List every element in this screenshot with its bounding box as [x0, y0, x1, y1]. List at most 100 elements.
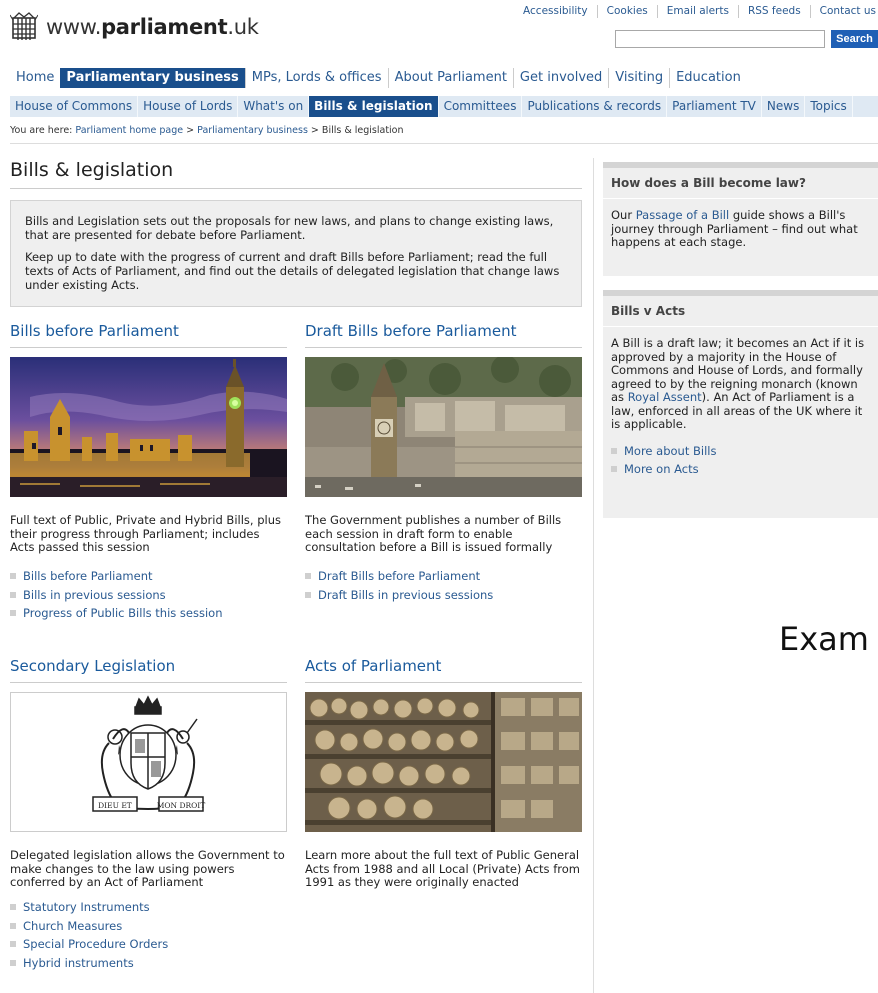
progress-public-bills-link[interactable]: Progress of Public Bills this session	[23, 604, 223, 623]
page-title: Bills & legislation	[10, 159, 174, 181]
bills-section-title[interactable]: Bills before Parliament	[10, 322, 179, 340]
draft-bills-section-description: The Government publishes a number of Bil…	[305, 513, 562, 554]
draft-bills-before-parliament-link[interactable]: Draft Bills before Parliament	[318, 567, 480, 586]
subnav-house-of-commons[interactable]: House of Commons	[10, 96, 139, 117]
archive-scrolls-illustration	[305, 692, 582, 832]
bullet-icon	[10, 959, 16, 966]
intro-paragraph: Bills and Legislation sets out the propo…	[25, 214, 554, 242]
bullet-icon	[10, 573, 16, 580]
royal-coat-of-arms-image[interactable]: DIEU ET MON DROIT	[10, 692, 287, 832]
breadcrumb-home[interactable]: Parliament home page	[75, 125, 183, 136]
passage-of-a-bill-link[interactable]: Passage of a Bill	[636, 208, 729, 222]
royal-crest-illustration: DIEU ET MON DROIT	[92, 695, 206, 812]
subnav-topics[interactable]: Topics	[805, 96, 853, 117]
column-divider	[593, 158, 594, 993]
list-item: Special Procedure Orders	[10, 935, 168, 954]
section-divider	[305, 347, 582, 348]
secondary-legislation-section-title[interactable]: Secondary Legislation	[10, 657, 175, 675]
list-item: More about Bills	[611, 442, 870, 461]
intro-box: Bills and Legislation sets out the propo…	[10, 200, 582, 307]
acts-section-description: Learn more about the full text of Public…	[305, 848, 580, 889]
contact-us-link[interactable]: Contact us	[809, 5, 878, 18]
nav-visiting[interactable]: Visiting	[608, 68, 669, 88]
sidebar-box-text: A Bill is a draft law; it becomes an Act…	[603, 327, 878, 479]
statutory-instruments-link[interactable]: Statutory Instruments	[23, 898, 150, 917]
site-name: www.parliament.uk	[46, 15, 259, 39]
subnav-house-of-lords[interactable]: House of Lords	[138, 96, 239, 117]
subnav-parliament-tv[interactable]: Parliament TV	[667, 96, 762, 117]
list-item: Statutory Instruments	[10, 898, 168, 917]
accessibility-link[interactable]: Accessibility	[514, 5, 597, 18]
bullet-icon	[611, 466, 617, 473]
subnav-news[interactable]: News	[762, 96, 806, 117]
draft-bills-section-title[interactable]: Draft Bills before Parliament	[305, 322, 516, 340]
list-item: Church Measures	[10, 917, 168, 936]
subnav-whats-on[interactable]: What's on	[238, 96, 310, 117]
royal-assent-link[interactable]: Royal Assent	[628, 390, 702, 404]
sidebar-box-title: Bills v Acts	[603, 296, 878, 327]
houses-of-parliament-image[interactable]	[10, 357, 287, 497]
secondary-nav: House of Commons House of Lords What's o…	[10, 96, 878, 117]
search-button[interactable]: Search	[831, 30, 878, 48]
utility-links: Accessibility Cookies Email alerts RSS f…	[514, 5, 878, 18]
search-input[interactable]	[615, 30, 825, 48]
list-item: Bills in previous sessions	[10, 586, 223, 605]
bullet-icon	[611, 447, 617, 454]
bullet-icon	[305, 573, 311, 580]
bills-before-parliament-link[interactable]: Bills before Parliament	[23, 567, 153, 586]
bullet-icon	[10, 941, 16, 948]
nav-about-parliament[interactable]: About Parliament	[387, 68, 513, 88]
list-item: Hybrid instruments	[10, 954, 168, 973]
intro-paragraph: Keep up to date with the progress of cur…	[25, 250, 560, 292]
special-procedure-orders-link[interactable]: Special Procedure Orders	[23, 935, 168, 954]
bullet-icon	[10, 591, 16, 598]
breadcrumb: You are here: Parliament home page > Par…	[10, 125, 404, 136]
draft-bills-previous-sessions-link[interactable]: Draft Bills in previous sessions	[318, 586, 493, 605]
rss-feeds-link[interactable]: RSS feeds	[737, 5, 810, 18]
more-on-acts-link[interactable]: More on Acts	[624, 460, 699, 479]
overlay-caption: Exam	[779, 620, 869, 658]
subnav-bills-legislation[interactable]: Bills & legislation	[309, 96, 439, 117]
breadcrumb-separator: >	[310, 125, 319, 136]
breadcrumb-parliamentary-business[interactable]: Parliamentary business	[197, 125, 308, 136]
hybrid-instruments-link[interactable]: Hybrid instruments	[23, 954, 134, 973]
subnav-committees[interactable]: Committees	[439, 96, 523, 117]
church-measures-link[interactable]: Church Measures	[23, 917, 122, 936]
nav-home[interactable]: Home	[10, 68, 60, 88]
big-ben-aerial-illustration	[305, 357, 582, 497]
more-about-bills-link[interactable]: More about Bills	[624, 442, 716, 461]
section-divider	[10, 347, 287, 348]
cookies-link[interactable]: Cookies	[596, 5, 657, 18]
email-alerts-link[interactable]: Email alerts	[656, 5, 738, 18]
acts-section-title[interactable]: Acts of Parliament	[305, 657, 441, 675]
crest-motto-left: DIEU ET	[98, 801, 132, 810]
crest-motto-right: MON DROIT	[157, 801, 206, 810]
site-logo[interactable]: www.parliament.uk	[10, 10, 259, 44]
draft-bills-links: Draft Bills before Parliament Draft Bill…	[305, 567, 493, 604]
list-item: Bills before Parliament	[10, 567, 223, 586]
breadcrumb-current: Bills & legislation	[321, 125, 404, 136]
header-divider	[10, 143, 878, 144]
bills-links: Bills before Parliament Bills in previou…	[10, 567, 223, 623]
secondary-legislation-links: Statutory Instruments Church Measures Sp…	[10, 898, 168, 972]
portcullis-icon	[10, 12, 38, 40]
breadcrumb-separator: >	[186, 125, 195, 136]
list-item: Progress of Public Bills this session	[10, 604, 223, 623]
secondary-legislation-description: Delegated legislation allows the Governm…	[10, 848, 285, 889]
big-ben-aerial-image[interactable]	[305, 357, 582, 497]
nav-get-involved[interactable]: Get involved	[512, 68, 608, 88]
sidebar-box-title: How does a Bill become law?	[603, 168, 878, 199]
nav-education[interactable]: Education	[669, 68, 747, 88]
bills-previous-sessions-link[interactable]: Bills in previous sessions	[23, 586, 166, 605]
subnav-publications-records[interactable]: Publications & records	[522, 96, 668, 117]
list-item: Draft Bills in previous sessions	[305, 586, 493, 605]
bills-section-description: Full text of Public, Private and Hybrid …	[10, 513, 281, 554]
bullet-icon	[305, 591, 311, 598]
parliamentary-archive-scrolls-image[interactable]	[305, 692, 582, 832]
how-bill-becomes-law-box: How does a Bill become law? Our Passage …	[603, 162, 878, 276]
nav-mps-lords-offices[interactable]: MPs, Lords & offices	[244, 68, 388, 88]
bills-v-acts-box: Bills v Acts A Bill is a draft law; it b…	[603, 290, 878, 518]
sidebar-box-text: Our Passage of a Bill guide shows a Bill…	[611, 208, 858, 249]
sidebar-links: More about Bills More on Acts	[611, 442, 870, 479]
nav-parliamentary-business[interactable]: Parliamentary business	[60, 68, 245, 88]
